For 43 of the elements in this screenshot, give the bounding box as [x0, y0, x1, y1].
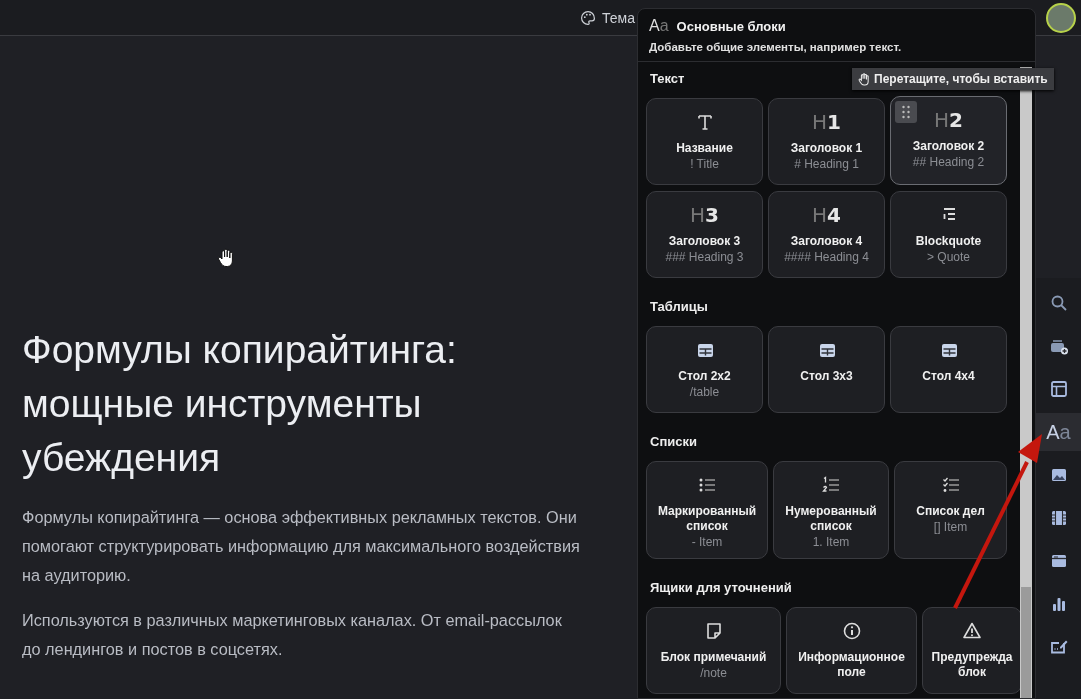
block-card[interactable]: Стол 2x2 /table — [646, 326, 763, 413]
article-paragraph: Используются в различных маркетинговых каналах. От email-рассылок до лендингов и постов в соцсетях. — [22, 610, 563, 660]
panel-subtitle: Добавьте общие элементы, например текст. — [649, 41, 903, 53]
block-card[interactable]: Нумерованный список 1. Item — [773, 461, 889, 559]
panel-title: Основные блоки — [676, 18, 786, 34]
theme-button[interactable]: Тема — [580, 9, 635, 26]
block-card[interactable]: H3 Заголовок 3 ### Heading 3 — [646, 191, 763, 278]
article-paragraph: Формулы копирайтинга — основа эффективных рекламных текстов. Они помогают структурировать информацию для максимального воздействия на аудиторию. — [22, 507, 581, 586]
hand-icon — [858, 72, 870, 86]
block-card[interactable]: Маркированный список - Item — [646, 461, 768, 559]
block-card[interactable]: Стол 3x3 — [768, 326, 885, 413]
layout-icon — [1048, 379, 1069, 399]
block-card[interactable]: Список дел [] Item — [894, 461, 1007, 559]
text-style-icon: Aa — [649, 17, 669, 35]
palette-icon — [580, 9, 596, 26]
tool-rail-button[interactable]: Aa — [1036, 413, 1081, 451]
block-card[interactable]: H4 Заголовок 4 #### Heading 4 — [768, 191, 885, 278]
drag-tooltip: Перетащите, чтобы вставить — [852, 68, 1054, 90]
heading-icon: H1 — [812, 110, 841, 134]
section-heading: Списки — [650, 434, 697, 449]
block-card[interactable]: Blockquote > Quote — [890, 191, 1007, 278]
user-avatar[interactable] — [1046, 2, 1076, 33]
heading-icon: H3 — [690, 203, 719, 227]
heading-icon: H4 — [812, 203, 841, 227]
block-card[interactable]: Блок примечаний /note — [646, 607, 781, 694]
info-icon — [841, 621, 862, 641]
block-card[interactable]: H1 Заголовок 1 # Heading 1 — [768, 98, 885, 185]
block-card[interactable]: Предупрежда блок — [922, 607, 1022, 694]
section-heading: Таблицы — [650, 299, 708, 314]
numbered-list-icon — [821, 475, 841, 495]
drag-handle-icon[interactable] — [895, 101, 917, 123]
article-title: Формулы копирайтинга: мощные инструменты убеждения — [22, 327, 458, 481]
heading-icon: H2 — [934, 108, 963, 132]
block-card[interactable]: Название ! Title — [646, 98, 763, 185]
hand-cursor-icon — [217, 248, 235, 268]
block-card[interactable]: H2 Заголовок 2 ## Heading 2 — [890, 96, 1007, 185]
warning-icon — [962, 621, 982, 641]
block-card[interactable]: Информационное поле — [786, 607, 917, 694]
block-card[interactable]: Стол 4x4 — [890, 326, 1007, 413]
checklist-icon — [940, 475, 961, 495]
text-style-icon: Aa — [1046, 420, 1071, 444]
section-heading: Ящики для уточнений — [650, 580, 792, 595]
section-heading: Текст — [650, 71, 685, 86]
